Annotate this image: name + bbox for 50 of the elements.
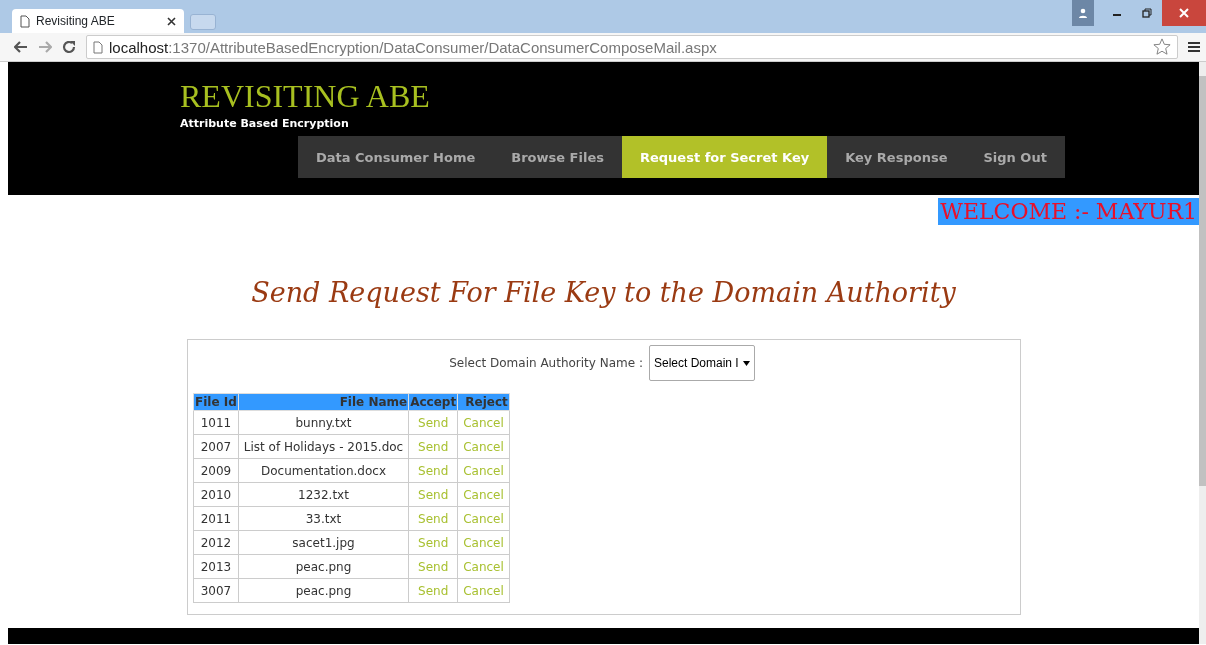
menu-icon[interactable] <box>1188 41 1200 53</box>
file-id-cell: 2013 <box>193 554 239 579</box>
file-name-cell: peac.png <box>238 554 409 579</box>
reload-icon[interactable] <box>62 40 76 54</box>
nav-link[interactable]: Request for Secret Key <box>622 136 828 178</box>
file-id-cell: 2010 <box>193 482 239 507</box>
close-button[interactable] <box>1162 0 1206 26</box>
domain-select[interactable]: Select Domain I <box>649 345 755 381</box>
file-id-cell: 2012 <box>193 530 239 555</box>
nav-link[interactable]: Sign Out <box>965 136 1065 178</box>
column-header: File Id <box>193 393 239 411</box>
dropdown-arrow-icon <box>743 360 750 366</box>
url-text: localhost:1370/AttributeBasedEncryption/DataConsumer/DataConsumerComposeMail.aspx <box>109 38 717 56</box>
restore-icon <box>1142 8 1152 18</box>
person-icon <box>1078 8 1088 18</box>
domain-label: Select Domain Authority Name : <box>449 356 643 370</box>
file-id-cell: 2007 <box>193 434 239 459</box>
file-id-cell: 3007 <box>193 578 239 603</box>
star-icon[interactable] <box>1153 38 1171 56</box>
browser-tab[interactable]: Revisiting ABE <box>12 9 184 33</box>
file-id-cell: 2009 <box>193 458 239 483</box>
page-heading: Send Request For File Key to the Domain Authority <box>250 277 957 308</box>
welcome-banner: WELCOME :- MAYUR1 <box>938 198 1199 225</box>
close-icon[interactable] <box>167 16 176 26</box>
page-icon <box>20 14 30 28</box>
file-id-cell: 2011 <box>193 506 239 531</box>
file-name-cell: List of Holidays - 2015.doc <box>238 434 409 459</box>
back-icon[interactable] <box>14 41 28 53</box>
forward-icon[interactable] <box>38 41 52 53</box>
file-name-cell: peac.png <box>238 578 409 603</box>
column-header: Reject <box>457 393 510 411</box>
file-name-cell: 1232.txt <box>238 482 409 507</box>
address-field[interactable]: localhost:1370/AttributeBasedEncryption/DataConsumer/DataConsumerComposeMail.aspx <box>86 35 1178 59</box>
column-header: Accept <box>408 393 458 411</box>
profile-button[interactable] <box>1072 0 1094 26</box>
site-title: REVISITING ABE <box>180 78 430 115</box>
nav-link[interactable]: Data Consumer Home <box>298 136 494 178</box>
nav-link[interactable]: Key Response <box>827 136 966 178</box>
nav-link[interactable]: Browse Files <box>493 136 622 178</box>
tab-title: Revisiting ABE <box>36 14 116 28</box>
file-name-cell: bunny.txt <box>238 410 409 435</box>
column-header: File Name <box>238 393 409 411</box>
file-name-cell: sacet1.jpg <box>238 530 409 555</box>
page-icon <box>93 40 103 54</box>
close-icon <box>1179 8 1189 18</box>
site-subtitle: Attribute Based Encryption <box>180 117 349 130</box>
scrollbar-thumb[interactable] <box>1199 76 1206 486</box>
file-id-cell: 1011 <box>193 410 239 435</box>
file-name-cell: 33.txt <box>238 506 409 531</box>
file-name-cell: Documentation.docx <box>238 458 409 483</box>
